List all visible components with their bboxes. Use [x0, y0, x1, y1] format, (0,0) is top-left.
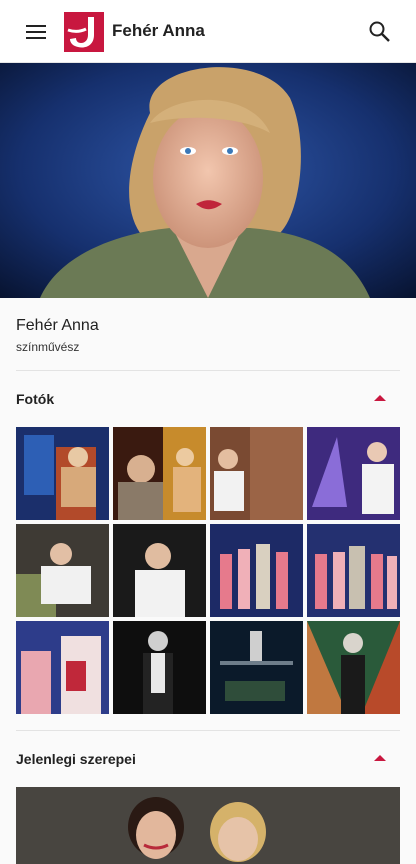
hamburger-menu-icon[interactable]	[20, 16, 52, 48]
photo-thumbnail[interactable]	[210, 427, 303, 520]
photo-thumbnail[interactable]	[113, 524, 206, 617]
photo-thumbnail[interactable]	[113, 621, 206, 714]
roles-section-header[interactable]: Jelenlegi szerepei	[0, 731, 416, 787]
search-icon[interactable]	[364, 16, 396, 48]
photo-thumbnail[interactable]	[113, 427, 206, 520]
photo-thumbnail[interactable]	[307, 524, 400, 617]
person-name: Fehér Anna	[16, 317, 99, 334]
photo-thumbnail[interactable]	[16, 427, 109, 520]
theatre-logo-icon[interactable]	[64, 12, 104, 52]
chevron-up-icon[interactable]	[374, 755, 386, 761]
photo-thumbnail[interactable]	[16, 621, 109, 714]
photo-thumbnail[interactable]	[210, 621, 303, 714]
photo-thumbnail[interactable]	[307, 427, 400, 520]
chevron-up-icon[interactable]	[374, 395, 386, 401]
person-role: színművész	[16, 340, 80, 354]
hero-portrait-image	[0, 63, 416, 298]
photo-thumbnail[interactable]	[307, 621, 400, 714]
app-bar: Fehér Anna	[0, 0, 416, 63]
photos-section-header[interactable]: Fotók	[0, 371, 416, 427]
photo-thumbnail[interactable]	[210, 524, 303, 617]
role-card-image[interactable]	[16, 787, 400, 864]
app-title: Fehér Anna	[112, 21, 205, 40]
photo-thumbnail[interactable]	[16, 524, 109, 617]
profile-header: Fehér Anna színművész	[0, 298, 416, 370]
roles-section-title: Jelenlegi szerepei	[16, 751, 136, 767]
photos-section-title: Fotók	[16, 391, 55, 407]
